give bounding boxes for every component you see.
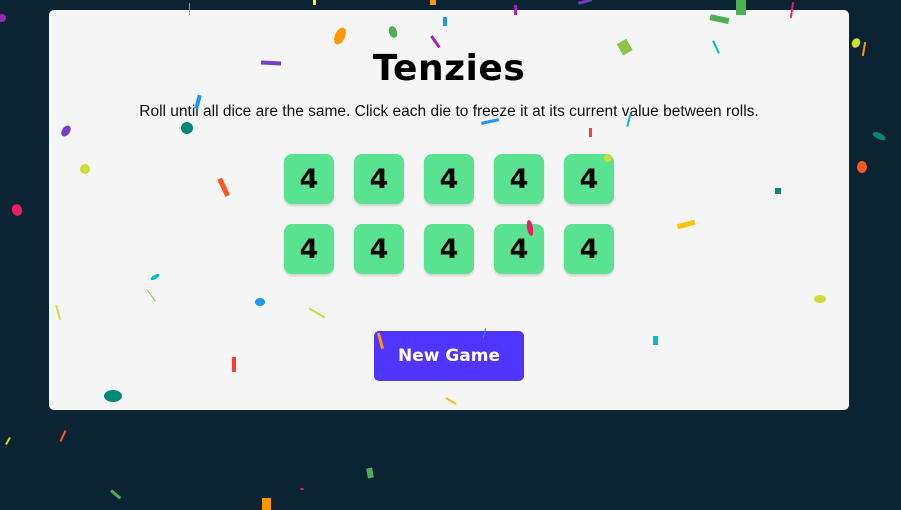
die-2[interactable]: 4 [354, 154, 404, 204]
die-1[interactable]: 4 [284, 154, 334, 204]
confetti-piece [110, 489, 122, 500]
die-3[interactable]: 4 [424, 154, 474, 204]
die-8[interactable]: 4 [424, 224, 474, 274]
die-9[interactable]: 4 [494, 224, 544, 274]
confetti-piece [872, 131, 886, 141]
confetti-piece [861, 41, 867, 57]
instructions-text: Roll until all dice are the same. Click … [139, 103, 759, 120]
confetti-piece [59, 430, 67, 442]
die-7[interactable]: 4 [354, 224, 404, 274]
confetti-piece [366, 467, 374, 479]
confetti-piece [300, 488, 304, 490]
confetti-piece [577, 0, 593, 5]
new-game-button[interactable]: New Game [374, 331, 524, 381]
die-6[interactable]: 4 [284, 224, 334, 274]
confetti-piece [851, 38, 861, 48]
confetti-piece [0, 14, 6, 22]
confetti-piece [857, 161, 867, 173]
game-card: Tenzies Roll until all dice are the same… [49, 10, 849, 410]
confetti-piece [11, 204, 23, 216]
confetti-piece [5, 437, 11, 445]
confetti-piece [430, 0, 436, 5]
confetti-piece [313, 0, 316, 5]
dice-grid: 4 4 4 4 4 4 4 4 4 4 [284, 154, 614, 274]
die-10[interactable]: 4 [564, 224, 614, 274]
die-5[interactable]: 4 [564, 154, 614, 204]
die-4[interactable]: 4 [494, 154, 544, 204]
page-title: Tenzies [372, 48, 526, 89]
confetti-piece [262, 498, 271, 510]
